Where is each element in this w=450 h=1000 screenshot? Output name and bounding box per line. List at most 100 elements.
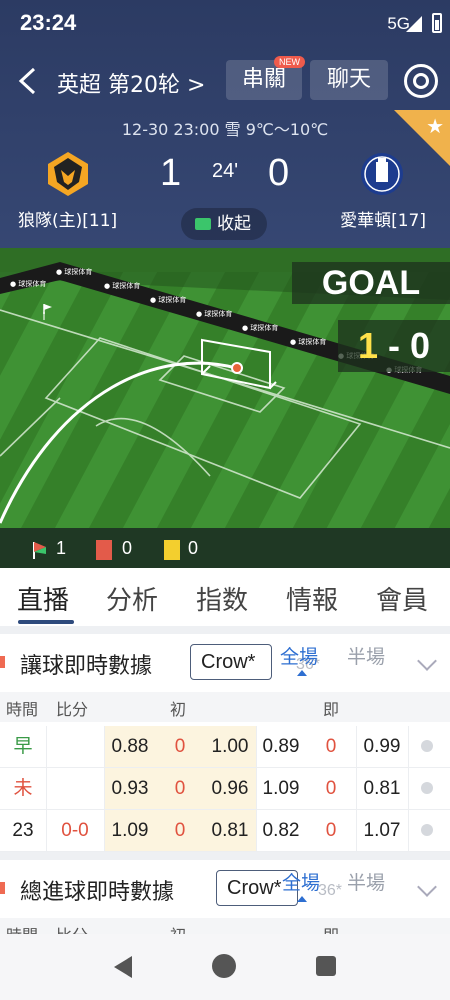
match-header: 23:24 5G 英超 第20轮 > 串關 NEW 聊天 ★ 12-30 23:…: [0, 0, 450, 248]
company-ghost-label: 36*: [318, 882, 343, 899]
cell-time: 早: [13, 736, 33, 757]
cell-d: 0.89: [262, 736, 300, 757]
chevron-down-icon[interactable]: [417, 651, 437, 671]
cell-a: 1.09: [104, 810, 156, 851]
system-nav-bar: [0, 934, 450, 1000]
nav-row: 英超 第20轮 > 串關 NEW 聊天: [0, 56, 450, 106]
cell-d: 0.82: [262, 820, 300, 841]
cell-c: 0.81: [204, 810, 256, 851]
cell-score: [46, 768, 104, 809]
chevron-down-icon[interactable]: [417, 877, 437, 897]
status-dot-icon[interactable]: [421, 824, 433, 836]
battery-icon: [432, 13, 442, 33]
cell-e: 0: [325, 736, 337, 757]
svg-text:● 球探体育: ● 球探体育: [104, 281, 140, 290]
handicap-header: 讓球即時數據 Crow* 36* 全場 半場: [0, 634, 450, 690]
pitch-icon: [195, 218, 211, 230]
column-divider: [256, 810, 257, 851]
section-marker: [0, 656, 5, 668]
full-time-toggle[interactable]: 全場: [280, 642, 318, 669]
column-divider: [46, 810, 47, 851]
cell-b: 0: [156, 768, 204, 809]
tab-member[interactable]: 會員: [376, 580, 428, 617]
parlay-label: 串關: [241, 67, 286, 92]
column-divider: [46, 768, 47, 809]
table-row[interactable]: 未 0.93 0 0.96 1.09 0 0.81: [0, 768, 450, 810]
cell-c: 1.00: [204, 726, 256, 767]
cell-e: 0: [325, 820, 337, 841]
new-badge: NEW: [274, 56, 305, 68]
half-time-toggle[interactable]: 半場: [347, 642, 385, 669]
home-team-name[interactable]: 狼隊(主)[11]: [18, 206, 117, 231]
target-icon[interactable]: [404, 64, 438, 98]
table-row[interactable]: 23 0-0 1.09 0 0.81 0.82 0 1.07: [0, 810, 450, 852]
total-goals-section: 總進球即時數據 Crow* 36* 全場 半場 時間 比分 初 即: [0, 860, 450, 948]
column-divider: [408, 768, 409, 809]
goal-score-overlay: 1 - 0: [338, 320, 450, 372]
company-select[interactable]: Crow*: [190, 644, 272, 680]
goal-away-score: 0: [410, 325, 431, 366]
cell-time: 23: [12, 820, 34, 841]
company-label: Crow*: [201, 651, 256, 673]
company-label: Crow*: [227, 877, 282, 899]
cell-c: 0.96: [204, 768, 256, 809]
handicap-table-header: 時間 比分 初 即: [0, 692, 450, 722]
cell-e: 0: [325, 778, 337, 799]
cell-d: 1.09: [262, 778, 300, 799]
goal-home-score: 1: [357, 325, 378, 366]
corner-kick-icon: [33, 542, 46, 559]
column-divider: [356, 810, 357, 851]
away-team-name[interactable]: 愛華頓[17]: [340, 206, 426, 231]
status-dot-icon[interactable]: [421, 782, 433, 794]
chat-label: 聊天: [326, 67, 371, 92]
full-time-toggle[interactable]: 全場: [282, 868, 320, 895]
red-card-icon: [96, 540, 112, 560]
goal-banner: GOAL: [292, 262, 450, 304]
system-recents-icon[interactable]: [316, 956, 336, 976]
cell-f: 0.81: [363, 778, 401, 799]
system-home-icon[interactable]: [212, 954, 236, 978]
caret-up-icon: [297, 670, 307, 676]
tab-intel[interactable]: 情報: [286, 580, 338, 617]
handicap-section: 讓球即時數據 Crow* 36* 全場 半場 時間 比分 初 即 早 0.88 0 1…: [0, 634, 450, 852]
column-divider: [104, 768, 105, 809]
cell-score: 0-0: [61, 820, 89, 841]
column-divider: [104, 810, 105, 851]
league-round[interactable]: 英超 第20轮 >: [57, 67, 205, 99]
match-minute: 24': [212, 160, 239, 182]
cell-a: 0.93: [104, 768, 156, 809]
red-cards-count: 0: [122, 538, 133, 558]
tab-live[interactable]: 直播: [17, 580, 69, 617]
goal-separator: -: [378, 325, 410, 366]
everton-logo: [361, 153, 403, 195]
table-row[interactable]: 早 0.88 0 1.00 0.89 0 0.99: [0, 726, 450, 768]
chat-button[interactable]: 聊天: [310, 60, 388, 100]
svg-text:● 球探体育: ● 球探体育: [196, 309, 232, 318]
cell-time: 未: [13, 778, 33, 799]
active-tab-indicator: [18, 620, 74, 624]
back-icon[interactable]: [14, 66, 42, 96]
half-time-toggle[interactable]: 半場: [347, 868, 385, 895]
yellow-card-icon: [164, 540, 180, 560]
signal-icon: [406, 16, 422, 32]
handicap-title: 讓球即時數據: [20, 654, 153, 679]
header-initial: 初: [170, 700, 187, 719]
status-time: 23:24: [20, 10, 77, 35]
caret-up-icon: [297, 896, 307, 902]
cell-score: [46, 726, 104, 767]
header-time: 時間: [6, 700, 39, 719]
column-divider: [408, 810, 409, 851]
status-dot-icon[interactable]: [421, 740, 433, 752]
column-divider: [256, 768, 257, 809]
system-back-icon[interactable]: [114, 956, 132, 978]
column-divider: [104, 726, 105, 767]
svg-text:● 球探体育: ● 球探体育: [290, 337, 326, 346]
cell-f: 0.99: [363, 736, 401, 757]
svg-text:● 球探体育: ● 球探体育: [242, 323, 278, 332]
match-stats-bar: 1 0 0: [0, 528, 450, 568]
tab-index[interactable]: 指数: [196, 580, 248, 617]
column-divider: [256, 726, 257, 767]
tab-analysis[interactable]: 分析: [106, 580, 158, 617]
collapse-button[interactable]: 收起: [181, 208, 267, 240]
total-goals-title: 總進球即時數據: [20, 880, 175, 905]
